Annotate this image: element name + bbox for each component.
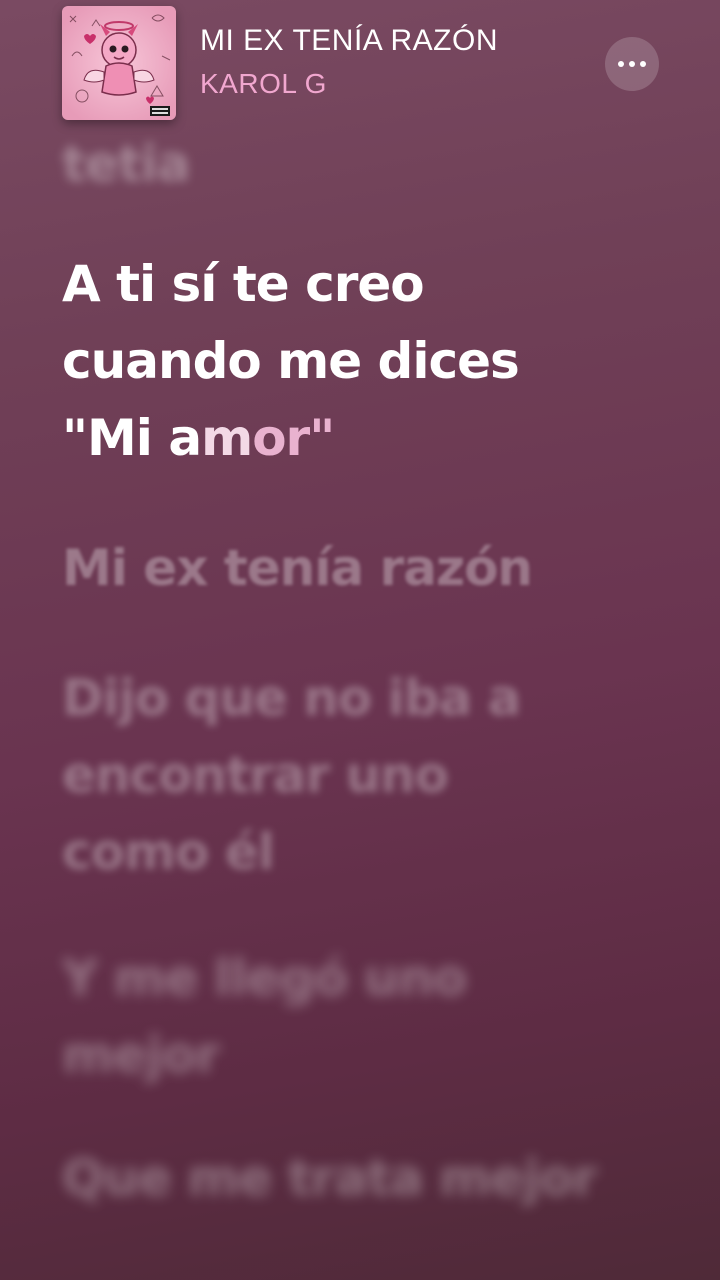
lyric-active-current: m	[201, 409, 253, 467]
lyric-text: Que me trata mejor	[62, 1149, 597, 1207]
album-cover-art-icon	[62, 6, 176, 120]
lyric-active-sung: "Mi a	[62, 409, 202, 467]
lyric-text: Dijo que no iba a	[62, 669, 521, 727]
ellipsis-icon-dot	[629, 61, 635, 67]
album-art[interactable]	[62, 6, 176, 120]
lyric-text: como él	[62, 823, 275, 881]
more-options-button[interactable]	[605, 37, 659, 91]
lyric-line-upcoming[interactable]: Dijo que no iba a encontrar uno como él	[62, 660, 521, 891]
ellipsis-icon-dot	[640, 61, 646, 67]
lyric-text: Mi ex tenía razón	[62, 539, 533, 597]
now-playing-header: MI EX TENÍA RAZÓN KAROL G	[0, 0, 720, 130]
lyric-line-upcoming[interactable]: Mi ex tenía razón	[62, 530, 533, 607]
lyric-text: Y me llegó uno	[62, 949, 467, 1007]
track-title: MI EX TENÍA RAZÓN	[200, 24, 498, 57]
lyric-active-line-2: cuando me dices	[62, 332, 520, 390]
lyric-line-upcoming[interactable]: Y me llegó uno mejor	[62, 940, 467, 1094]
lyric-active-pending: or"	[252, 409, 335, 467]
lyric-text: encontrar uno	[62, 746, 449, 804]
lyric-line-upcoming[interactable]: Que me trata mejor	[62, 1140, 597, 1217]
lyric-line-active[interactable]: A ti sí te creo cuando me dices "Mi amor…	[62, 246, 520, 477]
lyric-text: mejor	[62, 1026, 220, 1084]
ellipsis-icon	[618, 61, 624, 67]
lyric-line-previous[interactable]: tetia	[62, 126, 191, 203]
lyric-active-line-1: A ti sí te creo	[62, 255, 425, 313]
lyrics-screen: tetia A ti sí te creo cuando me dices "M…	[0, 0, 720, 1280]
track-artist[interactable]: KAROL G	[200, 68, 327, 100]
